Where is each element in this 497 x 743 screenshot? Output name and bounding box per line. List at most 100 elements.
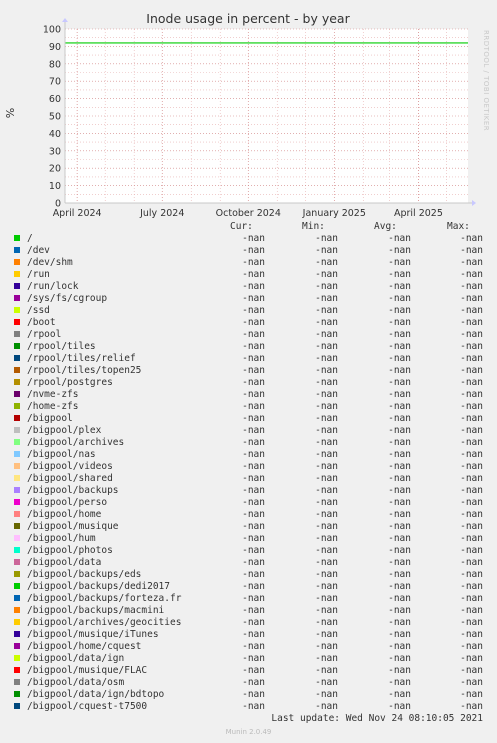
- legend-cur: -nan: [242, 665, 265, 676]
- legend-cur: -nan: [242, 689, 265, 700]
- legend-min: -nan: [315, 365, 338, 376]
- legend-cur: -nan: [242, 701, 265, 712]
- legend-max: -nan: [460, 533, 483, 544]
- legend-cur: -nan: [242, 521, 265, 532]
- legend-max: -nan: [460, 269, 483, 280]
- legend-name: /rpool: [27, 329, 62, 340]
- legend-cur: -nan: [242, 641, 265, 652]
- legend-max: -nan: [460, 497, 483, 508]
- legend-cur: -nan: [242, 629, 265, 640]
- legend-max: -nan: [460, 617, 483, 628]
- x-tick-label: January 2025: [302, 208, 366, 219]
- legend-max: -nan: [460, 521, 483, 532]
- legend-row: /bigpool/photos -nan -nan -nan -nan: [0, 545, 497, 557]
- y-tick-label: 90: [49, 42, 61, 53]
- y-tick-label: 70: [49, 77, 61, 88]
- legend-min: -nan: [315, 701, 338, 712]
- legend-max: -nan: [460, 233, 483, 244]
- legend-min: -nan: [315, 425, 338, 436]
- legend-row: /bigpool/data/osm -nan -nan -nan -nan: [0, 677, 497, 689]
- legend-max: -nan: [460, 413, 483, 424]
- legend-avg: -nan: [388, 521, 411, 532]
- legend-max: -nan: [460, 305, 483, 316]
- legend-avg: -nan: [388, 269, 411, 280]
- legend-cur: -nan: [242, 317, 265, 328]
- legend-name: /: [27, 233, 33, 244]
- legend-row: /bigpool/home/cquest -nan -nan -nan -nan: [0, 641, 497, 653]
- legend-avg: -nan: [388, 485, 411, 496]
- legend-row: /bigpool/home -nan -nan -nan -nan: [0, 509, 497, 521]
- legend-min: -nan: [315, 281, 338, 292]
- legend-name: /bigpool/backups/dedi2017: [27, 581, 170, 592]
- legend-avg: -nan: [388, 341, 411, 352]
- legend-row: /bigpool/musique/FLAC -nan -nan -nan -nan: [0, 665, 497, 677]
- legend-name: /bigpool/musique: [27, 521, 119, 532]
- legend-max: -nan: [460, 365, 483, 376]
- legend-row: /rpool/tiles/relief -nan -nan -nan -nan: [0, 353, 497, 365]
- legend-row: /bigpool/archives/geocities -nan -nan -nan -…: [0, 617, 497, 629]
- y-tick-label: 100: [43, 25, 61, 36]
- legend-swatch: [14, 403, 20, 409]
- legend-max: -nan: [460, 701, 483, 712]
- legend-cur: -nan: [242, 257, 265, 268]
- legend-name: /bigpool/photos: [27, 545, 113, 556]
- legend-row: /ssd -nan -nan -nan -nan: [0, 305, 497, 317]
- legend-avg: -nan: [388, 377, 411, 388]
- legend-cur: -nan: [242, 413, 265, 424]
- legend-avg: -nan: [388, 473, 411, 484]
- legend-name: /dev/shm: [27, 257, 73, 268]
- legend-name: /bigpool: [27, 413, 73, 424]
- legend-avg: -nan: [388, 353, 411, 364]
- legend-cur: -nan: [242, 497, 265, 508]
- y-tick-label: 20: [49, 164, 61, 175]
- legend-max: -nan: [460, 377, 483, 388]
- legend-max: -nan: [460, 449, 483, 460]
- legend-max: -nan: [460, 389, 483, 400]
- legend-cur: -nan: [242, 557, 265, 568]
- legend-cur: -nan: [242, 581, 265, 592]
- legend-name: /bigpool/hum: [27, 533, 96, 544]
- legend-cur: -nan: [242, 485, 265, 496]
- legend-row: /bigpool/backups/dedi2017 -nan -nan -nan -na…: [0, 581, 497, 593]
- legend-cur: -nan: [242, 653, 265, 664]
- legend-name: /bigpool/plex: [27, 425, 102, 436]
- legend-cur: -nan: [242, 545, 265, 556]
- y-axis: 0102030405060708090100: [43, 25, 61, 210]
- legend-max: -nan: [460, 593, 483, 604]
- legend-row: /rpool/tiles/topen25 -nan -nan -nan -nan: [0, 365, 497, 377]
- legend-avg: -nan: [388, 593, 411, 604]
- legend-row: /nvme-zfs -nan -nan -nan -nan: [0, 389, 497, 401]
- legend-avg: -nan: [388, 557, 411, 568]
- legend-cur: -nan: [242, 365, 265, 376]
- legend-swatch: [14, 331, 20, 337]
- y-axis-label: %: [4, 108, 17, 118]
- legend-max: -nan: [460, 245, 483, 256]
- legend-max: -nan: [460, 485, 483, 496]
- last-update: Last update: Wed Nov 24 08:10:05 2021: [271, 713, 483, 724]
- legend-min: -nan: [315, 473, 338, 484]
- legend-avg: -nan: [388, 545, 411, 556]
- legend-avg: -nan: [388, 389, 411, 400]
- legend-swatch: [14, 283, 20, 289]
- chart-title: Inode usage in percent - by year: [146, 11, 350, 26]
- legend-swatch: [14, 235, 20, 241]
- legend-swatch: [14, 643, 20, 649]
- legend-min: -nan: [315, 329, 338, 340]
- legend-swatch: [14, 619, 20, 625]
- legend-row: /dev -nan -nan -nan -nan: [0, 245, 497, 257]
- legend-swatch: [14, 463, 20, 469]
- legend-cur: -nan: [242, 569, 265, 580]
- legend-max: -nan: [460, 605, 483, 616]
- x-tick-label: July 2024: [139, 208, 184, 219]
- legend-name: /bigpool/musique/FLAC: [27, 665, 148, 676]
- legend-max: -nan: [460, 341, 483, 352]
- legend-name: /bigpool/archives/geocities: [27, 617, 182, 628]
- legend-max: -nan: [460, 557, 483, 568]
- legend-min: -nan: [315, 437, 338, 448]
- legend-swatch: [14, 667, 20, 673]
- legend-name: /bigpool/data/ign/bdtopo: [27, 689, 165, 700]
- y-tick-label: 10: [49, 181, 61, 192]
- legend-row: /bigpool/cquest-t7500 -nan -nan -nan -nan: [0, 701, 497, 713]
- legend-min: -nan: [315, 641, 338, 652]
- legend-cur: -nan: [242, 281, 265, 292]
